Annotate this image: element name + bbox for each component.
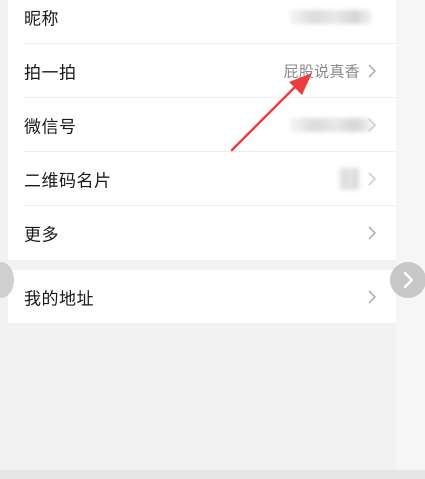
row-wechat-id[interactable]: 微信号 bbox=[8, 98, 396, 152]
row-label-qr-code: 二维码名片 bbox=[24, 171, 112, 192]
profile-info-card: 昵称 拍一拍 屁股说真香 微信号 二维码名片 更多 bbox=[8, 0, 396, 260]
blurred-qr-code-icon bbox=[338, 168, 360, 190]
address-card: 我的地址 bbox=[8, 270, 396, 323]
side-nav-button-right[interactable] bbox=[390, 262, 425, 298]
chevron-right-icon bbox=[368, 172, 377, 186]
chevron-right-icon bbox=[368, 64, 377, 78]
blurred-nickname-value bbox=[290, 10, 372, 24]
chevron-right-icon bbox=[368, 118, 377, 132]
chevron-right-icon bbox=[403, 271, 414, 289]
chevron-right-icon bbox=[368, 289, 377, 304]
settings-screen: 昵称 拍一拍 屁股说真香 微信号 二维码名片 更多 我的地址 bbox=[0, 0, 425, 479]
blurred-wechat-id-value bbox=[290, 118, 372, 132]
row-nickname[interactable]: 昵称 bbox=[8, 0, 396, 44]
bottom-edge bbox=[0, 470, 425, 479]
pat-pat-suffix-value: 屁股说真香 bbox=[283, 62, 360, 81]
row-pat-pat[interactable]: 拍一拍 屁股说真香 bbox=[8, 44, 396, 98]
row-label-my-address: 我的地址 bbox=[24, 289, 94, 309]
row-label-wechat-id: 微信号 bbox=[24, 117, 77, 138]
row-qr-code[interactable]: 二维码名片 bbox=[8, 152, 396, 206]
row-my-address[interactable]: 我的地址 bbox=[8, 270, 396, 323]
row-more[interactable]: 更多 bbox=[8, 206, 396, 260]
row-label-more: 更多 bbox=[24, 225, 59, 246]
row-label-nickname: 昵称 bbox=[24, 9, 59, 30]
chevron-right-icon bbox=[368, 226, 377, 240]
right-edge-strip bbox=[396, 0, 425, 479]
row-label-pat-pat: 拍一拍 bbox=[24, 63, 77, 84]
